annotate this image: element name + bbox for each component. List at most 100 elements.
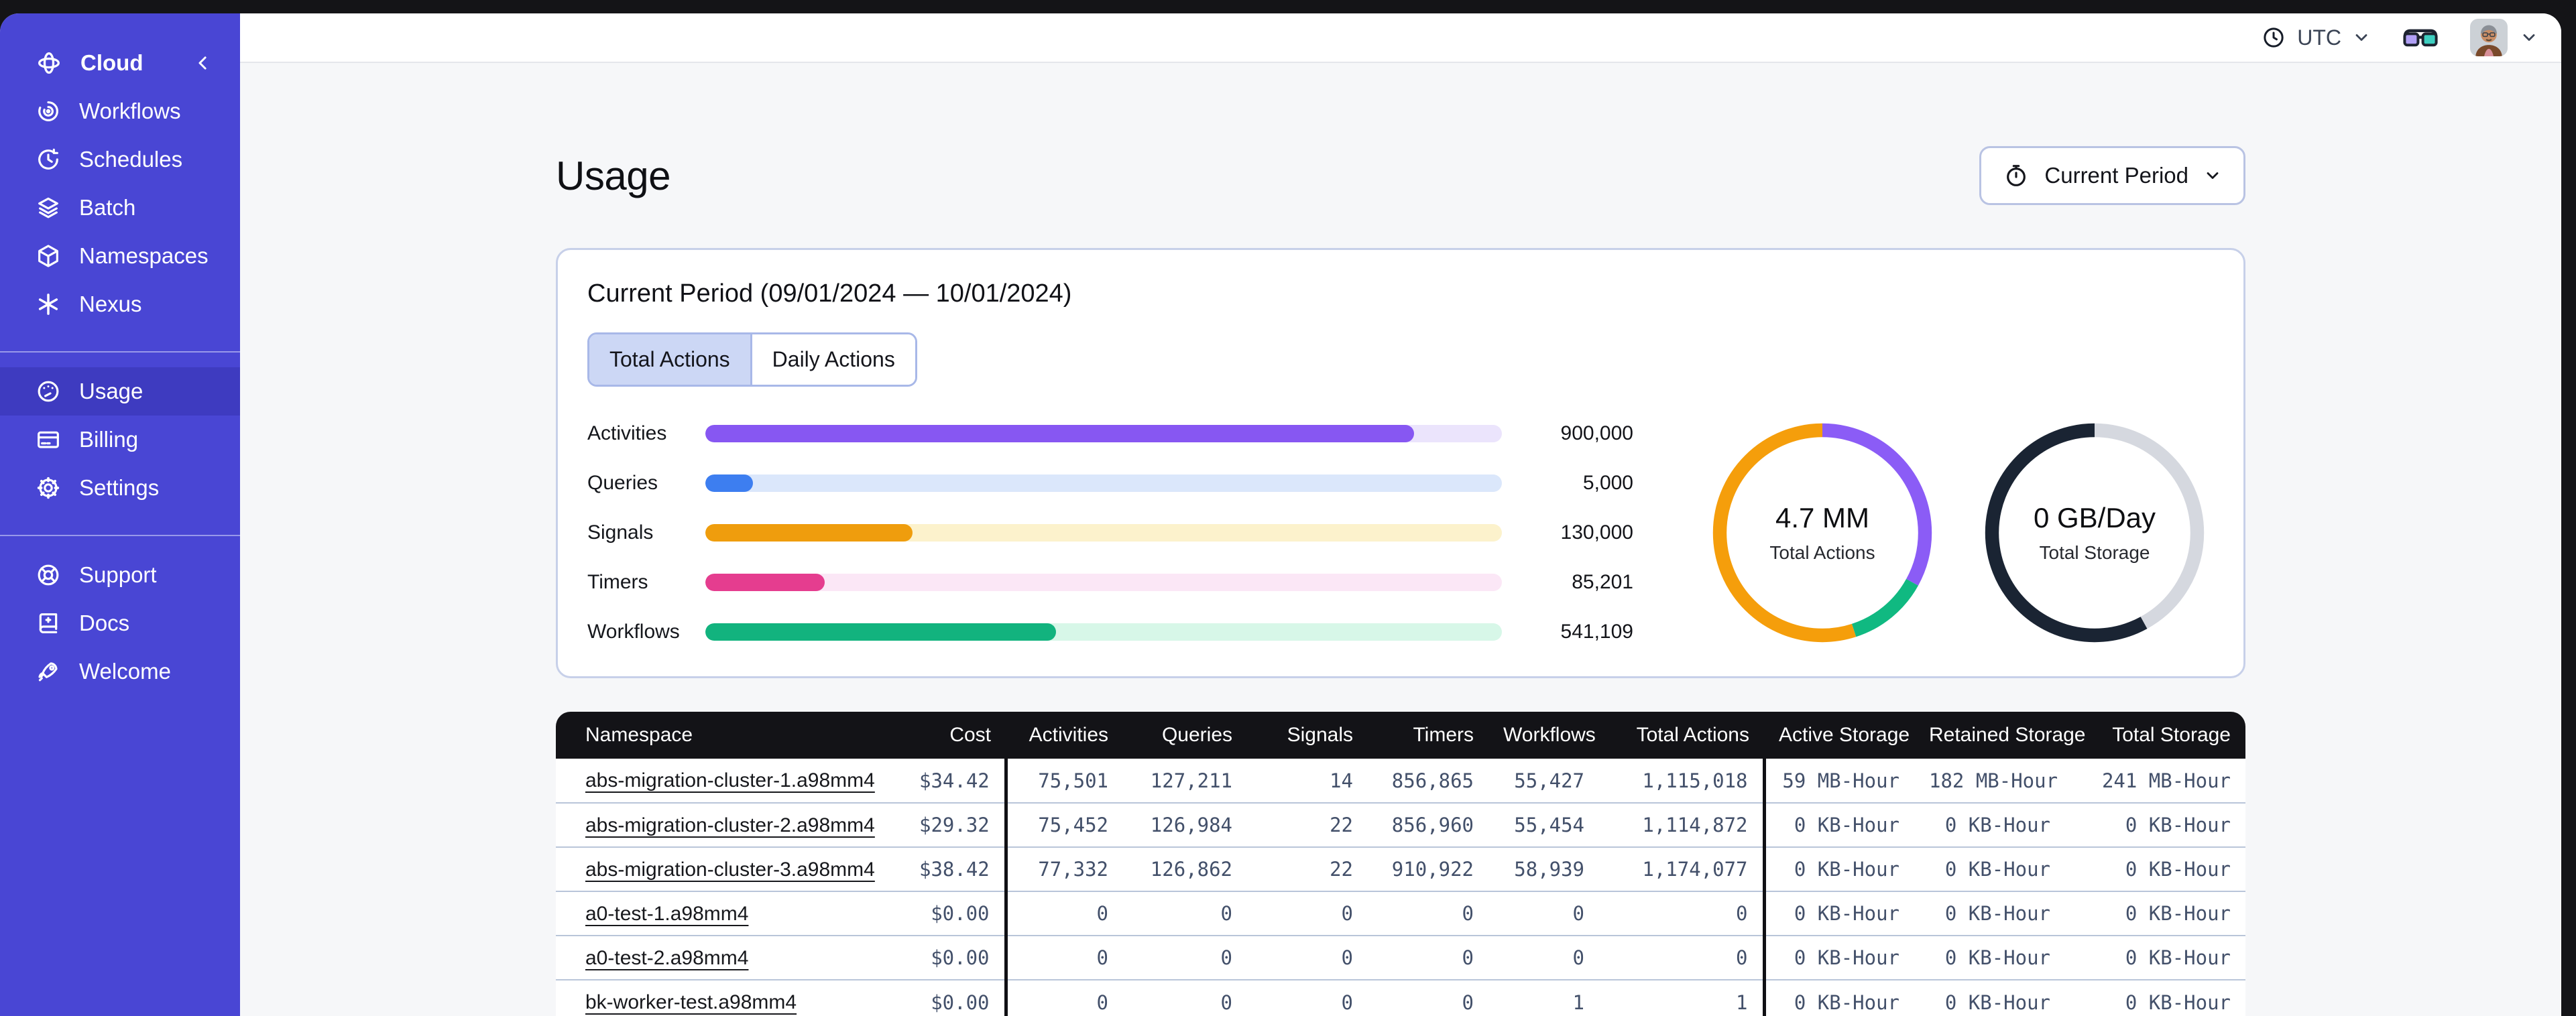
main-area: UTC Usage Current Period Current Period … [240,13,2561,1016]
bar-value: 900,000 [1560,422,1633,444]
cell-active-storage: 0 KB-Hour [1764,846,1914,891]
glasses-button[interactable] [2402,23,2439,52]
bar-track [705,623,1502,641]
nexus-icon [35,291,62,318]
column-header-signals: Signals [1247,712,1368,759]
cell-queries: 0 [1123,979,1247,1016]
bar-value: 130,000 [1560,521,1633,544]
sidebar-item-workflows[interactable]: Workflows [0,87,240,135]
period-dropdown-button[interactable]: Current Period [1979,146,2245,205]
cell-timers: 0 [1368,891,1488,936]
cell-cost: $0.00 [904,891,1008,936]
sidebar-item-billing[interactable]: Billing [0,416,240,464]
bar-fill [705,524,913,542]
schedules-icon [35,146,62,173]
bar-value: 5,000 [1582,472,1633,494]
cell-total-actions: 0 [1599,935,1766,980]
billing-icon [35,426,62,453]
sidebar-item-docs[interactable]: Docs [0,599,240,647]
cell-active-storage: 0 KB-Hour [1764,802,1914,847]
cell-timers: 856,960 [1368,802,1488,847]
cell-workflows: 55,427 [1514,769,1584,792]
cell-retained-storage: 0 KB-Hour [1914,846,2065,891]
table-header-row: Namespace Cost Activities Queries Signals Tim… [556,712,2245,759]
sidebar-item-label: Namespaces [79,243,209,268]
cell-activities: 0 [1006,935,1123,980]
usage-card-title: Current Period (09/01/2024 — 10/01/2024) [587,279,1072,308]
cell-signals: 22 [1247,846,1368,891]
namespace-cell: bk-worker-test.a98mm4 [556,979,904,1016]
cell-signals: 0 [1247,891,1368,936]
tab-total-actions[interactable]: Total Actions [589,334,750,385]
bar-track [705,425,1502,442]
namespace-link[interactable]: bk-worker-test.a98mm4 [585,991,797,1013]
namespace-link[interactable]: abs-migration-cluster-3.a98mm4 [585,859,875,881]
docs-icon [35,610,62,637]
sidebar-item-batch[interactable]: Batch [0,184,240,232]
cell-active-storage: 0 KB-Hour [1764,935,1914,980]
cell-workflows: 0 [1488,891,1599,936]
column-header-retained-storage: Retained Storage [1914,712,2086,759]
cell-retained-storage: 0 KB-Hour [1914,935,2065,980]
sidebar-item-label: Billing [79,427,139,452]
cell-timers: 856,865 [1391,769,1474,792]
namespace-link[interactable]: a0-test-2.a98mm4 [585,947,748,969]
column-header-queries: Queries [1123,712,1247,759]
sidebar-item-settings[interactable]: Settings [0,464,240,512]
sidebar-item-support[interactable]: Support [0,551,240,599]
cell-workflows: 58,939 [1488,846,1599,891]
cell-active-storage: 0 KB-Hour [1764,979,1914,1016]
cell-cost: $38.42 [904,846,1008,891]
cell-total-storage: 0 KB-Hour [2065,935,2245,980]
cell-signals: 14 [1330,769,1353,792]
timezone-selector[interactable]: UTC [2261,25,2371,50]
donut-center-label: Total Actions [1769,542,1875,563]
tab-daily-actions[interactable]: Daily Actions [750,334,915,385]
bar-label: Activities [587,422,667,444]
cell-workflows: 55,454 [1488,802,1599,847]
table-row: abs-migration-cluster-3.a98mm4 $38.42 77,3… [556,846,2245,891]
cell-total-storage: 0 KB-Hour [2065,979,2245,1016]
cell-activities: 0 [1006,979,1123,1016]
sidebar-brand-cloud[interactable]: Cloud [0,39,240,87]
namespace-link[interactable]: abs-migration-cluster-2.a98mm4 [585,814,875,836]
bar-fill [705,474,754,492]
chevron-down-icon [2352,28,2371,47]
sidebar-item-label: Support [79,562,157,587]
namespace-link[interactable]: abs-migration-cluster-1.a98mm4 [585,769,875,791]
donut-chart-total-actions: 4.7 MM Total Actions [1708,419,1936,647]
cell-workflows: 0 [1488,935,1599,980]
workflows-icon [35,98,62,125]
usage-summary-card: Current Period (09/01/2024 — 10/01/2024)… [556,248,2245,678]
sidebar-item-label: Schedules [79,147,183,172]
namespace-link[interactable]: a0-test-1.a98mm4 [585,903,748,925]
topbar: UTC [240,13,2561,63]
table-row: a0-test-1.a98mm4 $0.00 0 0 0 0 0 0 0 KB-Hour 0 KB… [556,891,2245,936]
sidebar-item-welcome[interactable]: Welcome [0,647,240,696]
cell-retained-storage: 0 KB-Hour [1914,979,2065,1016]
table-row: bk-worker-test.a98mm4 $0.00 0 0 0 0 1 1 0 KB-Hou… [556,979,2245,1016]
namespace-cell: a0-test-1.a98mm4 [556,891,904,936]
cell-activities: 75,501 [1038,769,1108,792]
sidebar-item-namespaces[interactable]: Namespaces [0,232,240,280]
sidebar-item-usage[interactable]: Usage [0,367,240,416]
cell-signals: 0 [1247,935,1368,980]
sidebar-item-label: Workflows [79,99,181,123]
cell-queries: 0 [1123,891,1247,936]
column-header-workflows: Workflows [1488,712,1599,759]
cell-cost: $29.32 [904,802,1008,847]
namespace-cell: abs-migration-cluster-2.a98mm4 [556,802,904,847]
namespaces-icon [35,243,62,269]
bar-fill [705,623,1056,641]
account-menu-button[interactable] [2470,19,2538,56]
sidebar-item-label: Batch [79,195,136,220]
avatar [2470,19,2508,56]
sidebar-item-nexus[interactable]: Nexus [0,280,240,328]
cell-total-storage: 0 KB-Hour [2065,846,2245,891]
chevron-left-icon[interactable] [193,53,213,73]
cell-active-storage: 59 MB-Hour [1782,769,1899,792]
sidebar-item-schedules[interactable]: Schedules [0,135,240,184]
usage-icon [35,378,62,405]
usage-chart-section: Activities 900,000 Queries 5,000 Signals 130,… [587,419,2214,647]
page-title: Usage [556,153,670,198]
